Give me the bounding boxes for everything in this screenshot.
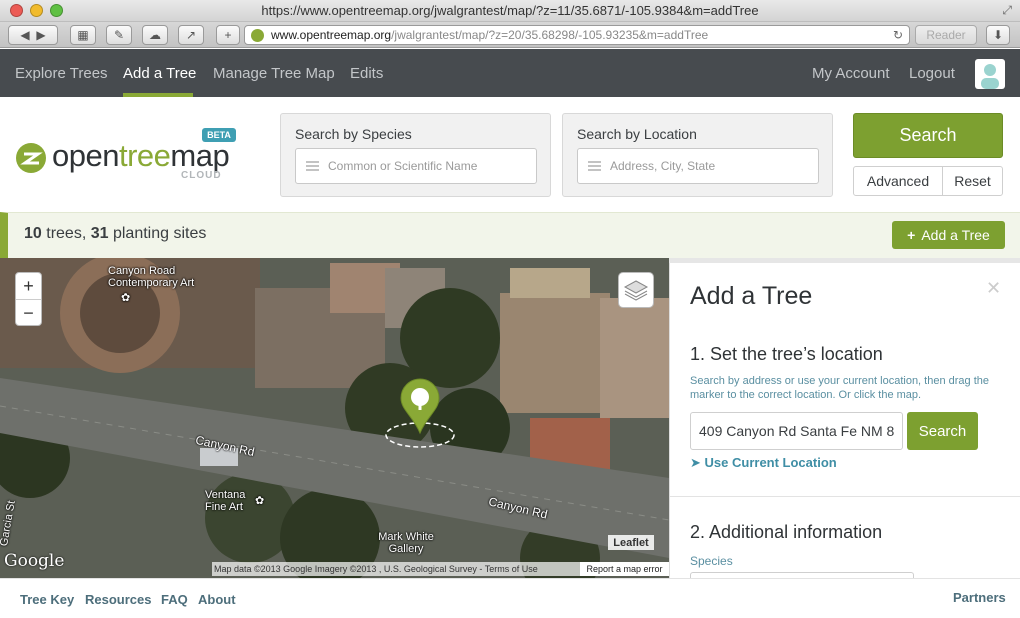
tools-icon[interactable]: ✎ [106, 25, 132, 45]
reader-button[interactable]: Reader [915, 25, 977, 45]
location-search-label: Search by Location [577, 126, 697, 142]
url-host: www.opentreemap.org [271, 28, 392, 42]
site-favicon-icon [251, 29, 264, 42]
step1-title: 1. Set the tree’s location [690, 344, 883, 364]
map-label-ventana: Ventana Fine Art [205, 489, 246, 513]
species-label: Species [690, 554, 733, 568]
location-arrow-icon: ➤ [690, 455, 701, 470]
step2-title: 2. Additional information [690, 522, 883, 542]
window-titlebar: https://www.opentreemap.org/jwalgrantest… [0, 0, 1020, 22]
map-view[interactable] [0, 258, 669, 578]
new-tab-icon[interactable]: + [216, 25, 240, 45]
bookmarks-icon[interactable]: ▦ [70, 25, 96, 45]
opentreemap-logo-icon[interactable] [16, 143, 46, 173]
user-icon [981, 64, 999, 89]
footer-tree-key[interactable]: Tree Key [20, 592, 74, 607]
page-footer [0, 578, 1020, 618]
zoom-out-button[interactable]: − [16, 300, 41, 327]
gallery-icon: ✿ [255, 495, 265, 507]
map-label-canyon-road-art: Canyon Road Contemporary Art [108, 265, 195, 289]
footer-faq[interactable]: FAQ [161, 592, 188, 607]
trees-word: trees, [46, 225, 87, 242]
list-icon [588, 161, 601, 171]
search-button[interactable]: Search [853, 113, 1003, 158]
location-search-box: Search by Location Address, City, State [562, 113, 833, 197]
report-map-error-link[interactable]: Report a map error [580, 562, 669, 576]
logo-wordmark[interactable]: opentreemap [52, 138, 230, 174]
location-placeholder: Address, City, State [610, 159, 716, 173]
back-icon[interactable]: ◀ [20, 28, 29, 42]
window-title: https://www.opentreemap.org/jwalgrantest… [261, 3, 759, 18]
footer-about[interactable]: About [198, 592, 236, 607]
close-icon[interactable]: ✕ [986, 278, 1001, 299]
cloud-icon[interactable]: ☁ [142, 25, 168, 45]
logo-tagline: CLOUD [181, 170, 222, 181]
location-search-input[interactable]: Address, City, State [577, 148, 819, 184]
browser-toolbar: ◀ ▶ ▦ ✎ ☁ ↗ + www.opentreemap.org/jwalgr… [0, 22, 1020, 48]
add-tree-button[interactable]: + Add a Tree [892, 221, 1005, 249]
beta-badge: BETA [202, 128, 236, 142]
gallery-icon: ✿ [121, 292, 131, 304]
nav-edits[interactable]: Edits [350, 65, 383, 82]
species-search-label: Search by Species [295, 126, 412, 142]
leaflet-attribution[interactable]: Leaflet [608, 535, 654, 550]
panel-title: Add a Tree [690, 282, 813, 310]
species-search-input[interactable]: Common or Scientific Name [295, 148, 537, 184]
nav-add-a-tree[interactable]: Add a Tree [123, 65, 196, 82]
nav-my-account[interactable]: My Account [812, 65, 890, 82]
address-search-button[interactable]: Search [907, 412, 978, 450]
map-attribution: Map data ©2013 Google Imagery ©2013 , U.… [212, 562, 580, 576]
footer-resources[interactable]: Resources [85, 592, 151, 607]
nav-logout[interactable]: Logout [909, 65, 955, 82]
species-search-box: Search by Species Common or Scientific N… [280, 113, 551, 197]
add-tree-label: Add a Tree [921, 227, 990, 243]
share-icon[interactable]: ↗ [178, 25, 204, 45]
tree-count-summary: 10 trees, 31 planting sites [24, 225, 206, 243]
list-icon [306, 161, 319, 171]
sites-count: 31 [90, 225, 109, 242]
google-logo: Google [4, 551, 65, 571]
use-current-location-link[interactable]: ➤ Use Current Location [690, 455, 837, 471]
species-placeholder: Common or Scientific Name [328, 159, 478, 173]
downloads-icon[interactable]: ⬇ [986, 25, 1010, 45]
stats-bar: 10 trees, 31 planting sites [0, 212, 1020, 258]
sites-word: planting sites [112, 225, 207, 242]
zoom-in-button[interactable]: + [16, 273, 41, 300]
trees-count: 10 [24, 225, 42, 242]
panel-top-border [669, 258, 1020, 263]
map-label-mark-white: Mark White Gallery [378, 531, 434, 555]
nav-manage-tree-map[interactable]: Manage Tree Map [213, 65, 335, 82]
plus-icon: + [907, 227, 916, 243]
forward-icon[interactable]: ▶ [36, 28, 45, 42]
layers-button[interactable] [618, 272, 654, 308]
address-input[interactable]: 409 Canyon Rd Santa Fe NM 8 [690, 412, 903, 450]
reload-icon[interactable]: ↻ [893, 26, 903, 44]
fullscreen-icon[interactable]: ⤢ [1002, 3, 1012, 18]
address-bar[interactable]: www.opentreemap.org/jwalgrantest/map/?z=… [244, 25, 910, 45]
panel-divider [670, 496, 1020, 497]
logo-tree: tree [118, 138, 171, 173]
advanced-button[interactable]: Advanced [853, 166, 943, 196]
back-forward-buttons[interactable]: ◀ ▶ [8, 25, 58, 45]
tree-marker-icon[interactable] [383, 376, 457, 450]
logo-open: open [52, 138, 119, 173]
logo-map: map [170, 138, 230, 173]
avatar[interactable] [975, 59, 1005, 89]
layers-icon [623, 280, 649, 301]
footer-partners[interactable]: Partners [953, 590, 1006, 605]
reset-button[interactable]: Reset [942, 166, 1003, 196]
zoom-control: + − [15, 272, 42, 326]
location-help-text: Search by address or use your current lo… [690, 375, 990, 401]
nav-explore-trees[interactable]: Explore Trees [15, 65, 108, 82]
use-location-label: Use Current Location [704, 455, 837, 470]
url-path: /jwalgrantest/map/?z=20/35.68298/-105.93… [391, 28, 709, 42]
satellite-imagery [0, 258, 669, 578]
